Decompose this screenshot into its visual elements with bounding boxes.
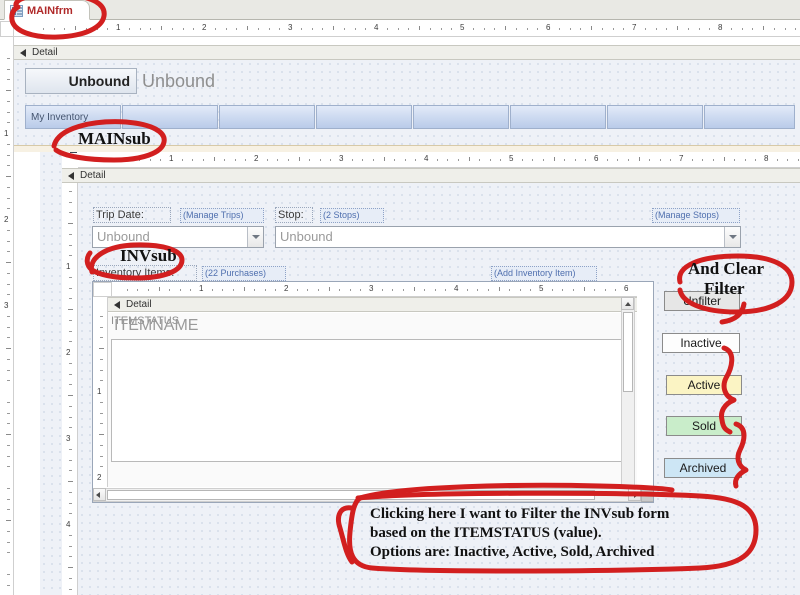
main-horizontal-ruler: 12345678 [14,21,800,37]
mainsub-detail-section-bar[interactable]: Detail [62,168,800,183]
invsub-vertical-scrollbar[interactable] [621,297,635,502]
scroll-left-button[interactable] [93,488,106,501]
tab-page-7[interactable] [607,105,703,129]
tab-page-my-inventory: My Inventory [25,105,121,129]
invsub-detail-section-bar[interactable]: Detail [108,297,637,312]
main-form-left-margin [14,152,40,595]
mainfrm-header-button[interactable]: Unbound [25,68,137,94]
invsub-vertical-ruler: 12 [93,297,108,487]
trip-date-label: Trip Date: [93,207,171,223]
mainsub-left-gutter [40,152,62,595]
annotation-bottom-line2: based on the ITEMSTATUS (value). [370,525,602,541]
tab-page-8[interactable] [704,105,795,129]
scroll-right-button[interactable] [628,488,641,501]
annotation-clear-filter-line1: And Clear [688,259,765,278]
access-form-design-window: MAINfrm 12345678 123 Detail Unbound Unbo… [0,0,800,595]
invsub-record-area[interactable] [111,339,626,462]
add-inventory-item-link[interactable]: (Add Inventory Item) [491,266,597,281]
section-collapse-icon [68,172,74,180]
scroll-thumb-horizontal[interactable] [107,490,595,500]
inventory-items-label: Inventory Items: [93,265,197,281]
tab-page-6[interactable] [510,105,606,129]
inactive-filter-button[interactable]: Inactive [662,333,740,353]
scrollbar-corner [641,488,653,502]
stop-value: Unbound [280,229,333,244]
mainsub-horizontal-ruler: 12345678 [78,152,800,168]
annotation-bottom-line1: Clicking here I want to Filter the INVsu… [370,506,670,522]
manage-trips-link[interactable]: (Manage Trips) [180,208,264,223]
annotation-invsub: INVsub [120,246,177,265]
stops-link[interactable]: (2 Stops) [320,208,384,223]
ruler-corner [0,21,14,37]
sold-filter-button[interactable]: Sold [666,416,742,436]
main-vertical-ruler: 123 [0,37,14,595]
archived-filter-button[interactable]: Archived [664,458,742,478]
chevron-down-icon[interactable] [247,227,263,247]
tab-page-3[interactable] [219,105,315,129]
invsub-frame[interactable]: 123456 12 Detail ITEMSTATUS ITEMNAME [92,281,654,503]
itemname-control[interactable]: ITEMNAME [114,317,198,335]
annotation-clear-filter-line2: Filter [704,279,745,298]
trip-date-combo[interactable]: Unbound [92,226,264,248]
form-design-icon [10,5,23,17]
tab-page-5[interactable] [413,105,509,129]
manage-stops-link[interactable]: (Manage Stops) [652,208,740,223]
invsub-design-surface[interactable]: ITEMSTATUS ITEMNAME [108,297,637,502]
purchases-link[interactable]: (22 Purchases) [202,266,286,281]
tab-page-4[interactable] [316,105,412,129]
mainfrm-detail-label: Detail [32,47,58,58]
stop-label: Stop: [275,207,313,223]
active-filter-button[interactable]: Active [666,375,742,395]
section-collapse-icon [20,49,26,57]
mainfrm-detail-section-bar[interactable]: Detail [14,45,800,60]
invsub-horizontal-ruler: 123456 [112,282,637,297]
tab-page-2[interactable] [122,105,218,129]
section-collapse-icon [114,301,120,309]
scroll-up-button[interactable] [621,297,634,310]
scroll-thumb-vertical[interactable] [623,312,633,392]
trip-date-value: Unbound [97,229,150,244]
invsub-detail-label: Detail [126,299,152,310]
invsub-horizontal-scrollbar[interactable] [93,488,653,502]
document-tab-strip: MAINfrm [0,0,800,20]
chevron-down-icon[interactable] [724,227,740,247]
stop-combo[interactable]: Unbound [275,226,741,248]
filter-button-panel: Unfilter Inactive Active Sold Archived [662,291,744,481]
tab-page-label: My Inventory [31,112,89,123]
annotation-mainsub: MAINsub [78,129,151,148]
document-tab-label: MAINfrm [27,5,73,17]
mainfrm-header-title: Unbound [142,71,216,91]
mainsub-detail-label: Detail [80,170,106,181]
mainsub-vertical-ruler: 1234 [62,168,78,595]
invsub-ruler-corner [93,282,112,297]
document-tab-mainfrm[interactable]: MAINfrm [4,0,90,20]
annotation-bottom-line3: Options are: Inactive, Active, Sold, Arc… [370,544,655,560]
